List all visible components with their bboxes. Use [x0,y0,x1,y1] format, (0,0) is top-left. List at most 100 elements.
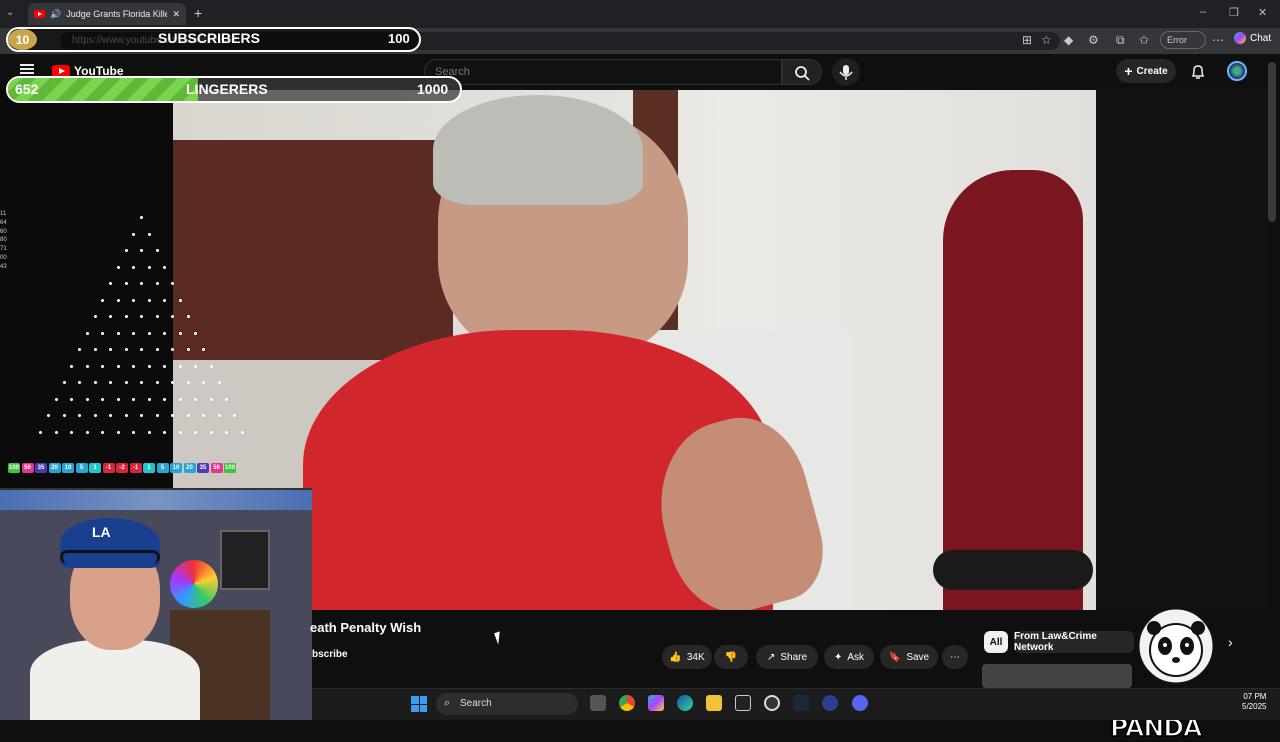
plinko-bin: 50 [210,463,223,473]
plinko-peg [85,430,89,434]
account-avatar[interactable] [1227,61,1247,81]
copilot-icon [1234,32,1246,44]
mouse-cursor [494,631,504,645]
save-button[interactable]: 🔖 Save [880,645,938,669]
favorites-icon[interactable]: ✩ [1139,33,1149,47]
person-hair [433,95,643,205]
youtube-search-input[interactable]: Search [424,59,782,85]
more-actions-button[interactable]: ⋯ [942,645,968,669]
plinko-peg [225,430,229,434]
search-icon [795,66,810,81]
plinko-peg [155,315,159,318]
plinko-bin: 35 [197,463,210,473]
browser-tab[interactable]: 🔊 Judge Grants Florida Killer Sta ✕ [28,3,186,25]
search-button[interactable] [782,59,822,85]
close-window-icon[interactable]: ✕ [1258,6,1267,19]
plinko-peg [186,414,190,417]
plinko-bin: 1 [89,463,102,473]
like-button[interactable]: 👍 34K [662,645,712,669]
plinko-peg [194,397,198,401]
ask-button[interactable]: ✦ Ask [824,645,874,669]
split-screen-icon[interactable]: ⧉ [1116,33,1125,48]
plinko-peg [62,381,66,384]
share-button[interactable]: ↗ Share [756,645,818,669]
plinko-peg [78,348,81,351]
task-view-icon[interactable] [590,695,606,711]
share-arrow-icon: ↗ [766,651,776,663]
windows-start-icon[interactable] [411,696,427,712]
chip-all[interactable]: All [984,631,1008,653]
subscribers-label: SUBSCRIBERS [158,30,260,46]
plinko-peg [202,381,205,384]
page-scrollbar[interactable] [1268,62,1276,222]
plinko-peg [178,430,182,434]
plinko-bin: 35 [35,463,48,473]
plinko-peg [70,397,74,401]
copilot-app-icon[interactable] [648,695,664,711]
plinko-peg [116,397,120,401]
taskbar-search[interactable]: ⌕ Search [436,693,578,715]
plinko-bin: 10 [170,463,183,473]
cap-logo: LA [92,524,111,540]
file-explorer-icon[interactable] [706,695,722,711]
plinko-peg [116,364,120,368]
minimize-icon[interactable]: – [1200,6,1206,18]
plinko-bins: 100 50 35 20 10 5 1 -1 -2 -1 1 5 10 20 35 50 100 [8,463,237,473]
plinko-bin: 1 [143,463,156,473]
plinko-peg [217,381,221,384]
apps-icon[interactable]: ⊞ [1022,33,1032,47]
video-title: eath Penalty Wish [310,620,422,635]
menu-hamburger-icon[interactable] [20,64,34,74]
extension-puzzle-icon[interactable]: ⚙ [1088,33,1099,47]
plinko-peg [178,397,182,401]
tab-close-icon[interactable]: ✕ [172,9,180,20]
plinko-peg [132,232,136,236]
plinko-peg [93,315,97,318]
plinko-peg [171,381,174,384]
plinko-peg [78,414,81,417]
subscribe-button[interactable]: bscribe [312,649,348,660]
plinko-bin: 20 [183,463,196,473]
plinko-peg [178,331,182,335]
extension-diamond-icon[interactable]: ◆ [1064,33,1073,47]
chrome-icon[interactable] [619,695,635,711]
steam-icon[interactable] [793,695,809,711]
error-label: Error [1167,35,1187,45]
plinko-peg [147,397,151,401]
tab-list-chevron-icon[interactable]: ⌄ [6,7,14,18]
plinko-peg [101,298,105,302]
dislike-button[interactable]: 👎 [714,645,748,669]
obs-icon[interactable] [764,695,780,711]
plinko-peg [116,298,120,302]
audio-playing-icon[interactable]: 🔊 [50,9,61,20]
plinko-bin: 100 [224,463,237,473]
app-icon[interactable] [822,695,838,711]
discord-icon[interactable] [852,695,868,711]
subscribers-goal: 100 [388,31,410,46]
plinko-peg [116,265,120,269]
plinko-bin: 10 [62,463,75,473]
plinko-peg [101,331,105,335]
capcut-icon[interactable] [735,695,751,711]
copilot-chat-button[interactable]: Chat [1234,32,1271,44]
profile-error-pill[interactable]: Error [1160,31,1206,49]
system-clock[interactable]: 07 PM 5/2025 [1242,692,1266,712]
plinko-peg [155,381,159,384]
chair-armrest [933,550,1093,590]
taskbar-search-label: Search [460,698,492,709]
voice-search-button[interactable] [832,58,860,86]
plinko-bin: -2 [116,463,129,473]
new-tab-button[interactable]: + [194,5,202,21]
edge-icon[interactable] [677,695,693,711]
plinko-bin: 100 [8,463,21,473]
maximize-icon[interactable]: ❐ [1229,6,1239,19]
favorite-star-icon[interactable]: ☆ [1041,33,1052,47]
create-button[interactable]: + Create [1116,59,1176,83]
plinko-peg [85,364,89,368]
string-lights [0,490,312,510]
plinko-peg [178,364,182,368]
more-menu-icon[interactable]: ⋯ [1212,33,1224,47]
plinko-peg [233,414,236,417]
notifications-button[interactable] [1190,63,1206,86]
plinko-bin: -1 [102,463,115,473]
